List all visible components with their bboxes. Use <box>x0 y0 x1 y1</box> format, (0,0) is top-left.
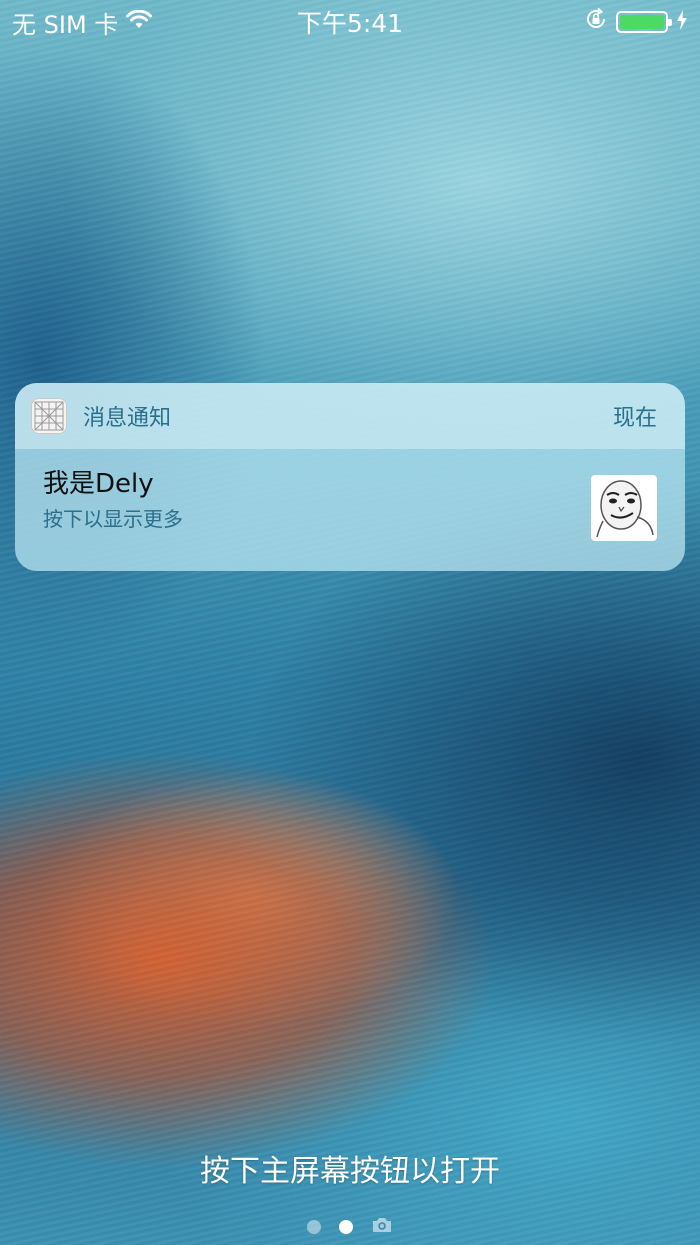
unlock-hint: 按下主屏幕按钮以打开 <box>200 1154 500 1189</box>
wallpaper <box>0 0 700 1245</box>
notification-time: 现在 <box>612 406 657 431</box>
meme-face-thumbnail <box>591 475 657 541</box>
battery-fill <box>620 15 664 29</box>
wallpaper-ripples <box>0 0 700 1245</box>
page-dot-active[interactable] <box>339 1220 353 1234</box>
page-indicator[interactable] <box>0 1216 700 1238</box>
grid-app-icon <box>31 398 67 434</box>
battery-icon <box>616 11 672 33</box>
page-dot[interactable] <box>307 1220 321 1234</box>
notification-header: 消息通知 现在 <box>15 383 685 449</box>
status-bar: 无 SIM 卡 下午5:41 <box>0 0 700 44</box>
notification-app-name: 消息通知 <box>83 406 172 431</box>
notification-subtitle: 按下以显示更多 <box>43 507 183 531</box>
notification-card[interactable]: 消息通知 现在 我是Dely 按下以显示更多 <box>15 383 685 571</box>
notification-body: 我是Dely 按下以显示更多 <box>15 449 685 550</box>
notification-title: 我是Dely <box>43 469 154 499</box>
status-time: 下午5:41 <box>296 9 404 38</box>
camera-icon[interactable] <box>371 1216 393 1238</box>
